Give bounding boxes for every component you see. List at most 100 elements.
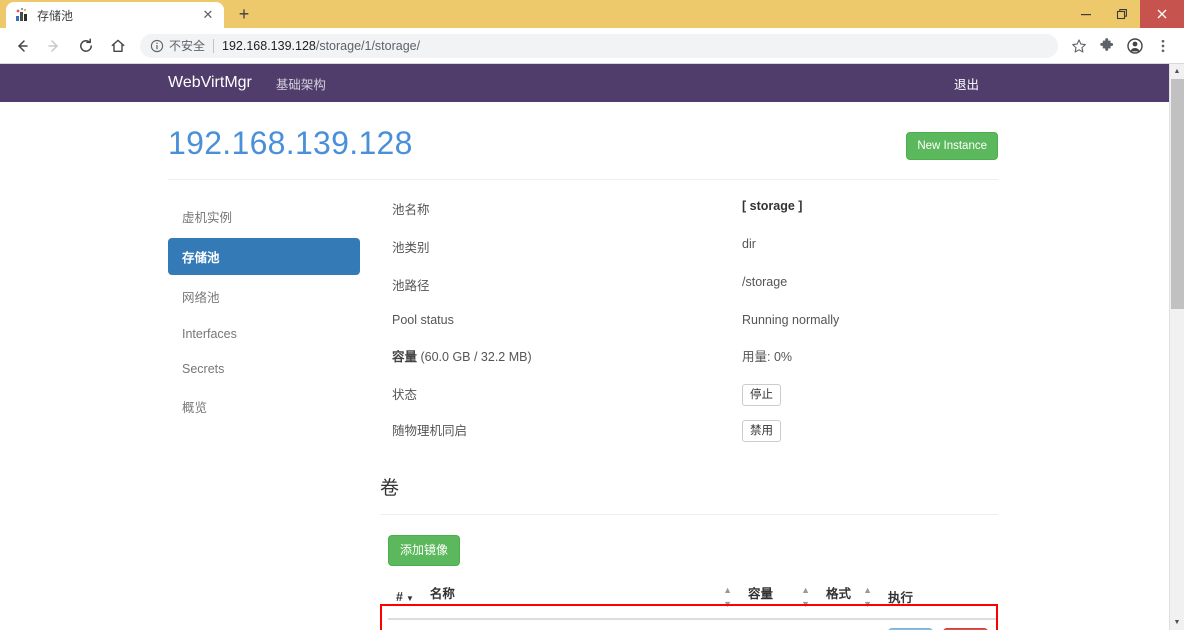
address-bar[interactable]: 不安全 192.168.139.128/storage/1/storage/ (140, 33, 1058, 58)
detail-value: [ storage ] (742, 198, 802, 213)
url-host: 192.168.139.128 (222, 38, 316, 53)
logout-link[interactable]: 退出 (954, 74, 979, 93)
detail-label: 池类别 (392, 241, 430, 255)
sort-both-icon: ▲ ▼ (801, 584, 810, 609)
detail-row-pool-status: Pool status Running normally (392, 312, 998, 327)
scroll-down-icon[interactable]: ▼ (1170, 615, 1184, 630)
header-divider (168, 179, 998, 180)
detail-row-state: 状态 停止 (392, 383, 998, 407)
sidebar-item-network[interactable]: 网络池 (168, 278, 360, 315)
window-controls (1068, 0, 1184, 28)
sidebar-item-storage[interactable]: 存储池 (168, 238, 360, 275)
detail-row-pool-path: 池路径 /storage (392, 274, 998, 294)
cell-actions: 克隆 删除 (880, 618, 998, 630)
sort-both-icon: ▲ ▼ (723, 584, 732, 609)
browser-toolbar: 不安全 192.168.139.128/storage/1/storage/ (0, 28, 1184, 64)
page-viewport: WebVirtMgr 基础架构 退出 192.168.139.128 New I… (0, 64, 1184, 630)
column-label: 容量 (748, 586, 774, 601)
capacity-label: 容量 (392, 350, 418, 364)
nav-link-infrastructure[interactable]: 基础架构 (276, 74, 326, 93)
sidebar-item-instances[interactable]: 虚机实例 (168, 198, 360, 235)
new-instance-button[interactable]: New Instance (906, 132, 998, 161)
sidebar-item-secrets[interactable]: Secrets (168, 353, 360, 385)
puzzle-icon[interactable] (1094, 33, 1120, 59)
table-body: 1 CentOS-7-x86_64-Minimal-1908.iso 942.0… (388, 618, 998, 630)
app-navbar: WebVirtMgr 基础架构 退出 (0, 64, 1169, 102)
browser-tab[interactable]: 存储池 ✕ (6, 2, 224, 28)
page-header: 192.168.139.128 New Instance (168, 124, 998, 162)
volumes-section-title: 卷 (380, 478, 400, 500)
volumes-table-wrap: #▼ 名称 ▲▼ 容量 ▲▼ 格式 ▲▼ 执行 1 CentOS-7-x86_64-M… (380, 574, 998, 630)
detail-label: Pool status (392, 313, 454, 327)
app-favicon (14, 7, 30, 23)
detail-label: 容量 (60.0 GB / 32.2 MB) (392, 345, 742, 365)
close-icon[interactable]: ✕ (200, 7, 216, 23)
scroll-up-icon[interactable]: ▲ (1170, 64, 1184, 79)
detail-value: 用量: 0% (742, 350, 793, 364)
scrollbar-thumb[interactable] (1171, 79, 1184, 309)
delete-button[interactable]: 删除 (943, 627, 988, 630)
detail-value: dir (742, 237, 756, 251)
detail-label: 池路径 (392, 279, 430, 293)
sort-desc-icon: ▼ (405, 593, 414, 603)
disable-autostart-button[interactable]: 禁用 (742, 420, 781, 443)
detail-row-pool-name: 池名称 [ storage ] (392, 198, 998, 218)
column-header-name[interactable]: 名称 ▲ ▼ (421, 574, 740, 620)
volumes-table: #▼ 名称 ▲▼ 容量 ▲▼ 格式 ▲▼ 执行 1 CentOS-7-x86_64-M… (388, 574, 998, 630)
security-label: 不安全 (169, 39, 206, 53)
detail-label: 随物理机同启 (392, 424, 468, 439)
forward-arrow-icon[interactable] (40, 32, 68, 60)
close-window-icon[interactable] (1140, 0, 1184, 28)
add-image-button[interactable]: 添加镜像 (388, 535, 461, 566)
detail-value: 禁用 (742, 419, 781, 443)
sort-both-icon: ▲ ▼ (863, 584, 872, 609)
webvirtmgr-page: WebVirtMgr 基础架构 退出 192.168.139.128 New I… (0, 64, 1169, 630)
detail-label: 池名称 (392, 203, 430, 217)
star-icon[interactable] (1066, 33, 1092, 59)
page-title: 192.168.139.128 (168, 125, 413, 161)
omnibox-divider (213, 38, 215, 53)
table-row: 1 CentOS-7-x86_64-Minimal-1908.iso 942.0… (388, 618, 998, 630)
pool-detail-list: 池名称 [ storage ] 池类别 dir 池路径 /storage Poo… (360, 198, 998, 455)
detail-value: 停止 (742, 383, 781, 407)
home-icon[interactable] (104, 32, 132, 60)
sidebar-nav: 虚机实例 存储池 网络池 Interfaces Secrets 概览 (168, 198, 360, 455)
brand-logo[interactable]: WebVirtMgr (168, 74, 252, 92)
tab-strip: 存储池 ✕ + (0, 0, 1184, 28)
reload-icon[interactable] (72, 32, 100, 60)
column-label: # (396, 589, 403, 604)
table-head: # ▼ 名称 ▲ ▼ 容量 ▲ ▼ 格式 ▲ ▼ 执行 (388, 574, 998, 620)
tab-title: 存储池 (37, 8, 74, 23)
new-tab-button[interactable]: + (230, 2, 258, 28)
page-scrollbar[interactable]: ▲ ▼ (1169, 64, 1184, 630)
url-path: /storage/1/storage/ (315, 38, 421, 53)
browser-window: 存储池 ✕ + 不安全 192.168.139.128/storage/1/st… (0, 0, 1184, 631)
column-header-capacity[interactable]: 容量 ▲ ▼ (740, 574, 818, 620)
cell-capacity: 942.0 MB (740, 618, 818, 630)
column-header-actions: 执行 (880, 574, 998, 620)
detail-row-pool-type: 池类别 dir (392, 236, 998, 256)
detail-value: Running normally (742, 313, 840, 327)
sidebar-item-interfaces[interactable]: Interfaces (168, 318, 360, 350)
sidebar-item-overview[interactable]: 概览 (168, 388, 360, 425)
column-header-format[interactable]: 格式 ▲ ▼ (818, 574, 880, 620)
restore-icon[interactable] (1104, 0, 1140, 28)
clone-button[interactable]: 克隆 (888, 627, 933, 630)
cell-name: CentOS-7-x86_64-Minimal-1908.iso (421, 618, 740, 630)
detail-label: 状态 (392, 388, 418, 402)
volumes-actions: 添加镜像 (388, 535, 1169, 566)
pool-name-value: [ storage ] (742, 199, 803, 213)
stop-pool-button[interactable]: 停止 (742, 384, 781, 407)
profile-avatar-icon[interactable] (1122, 33, 1148, 59)
capacity-suffix: (60.0 GB / 32.2 MB) (417, 350, 532, 364)
three-dot-menu-icon[interactable] (1150, 33, 1176, 59)
cell-index: 1 (388, 618, 422, 630)
detail-value: /storage (742, 275, 788, 289)
back-arrow-icon[interactable] (8, 32, 36, 60)
info-circle-icon[interactable] (150, 39, 164, 53)
minimize-icon[interactable] (1068, 0, 1104, 28)
page-content: 192.168.139.128 New Instance 虚机实例 存储池 网络… (0, 124, 1169, 630)
column-label: 名称 (429, 586, 455, 601)
row-action-group: 克隆 删除 (888, 627, 990, 630)
column-header-index[interactable]: # ▼ (388, 574, 422, 620)
